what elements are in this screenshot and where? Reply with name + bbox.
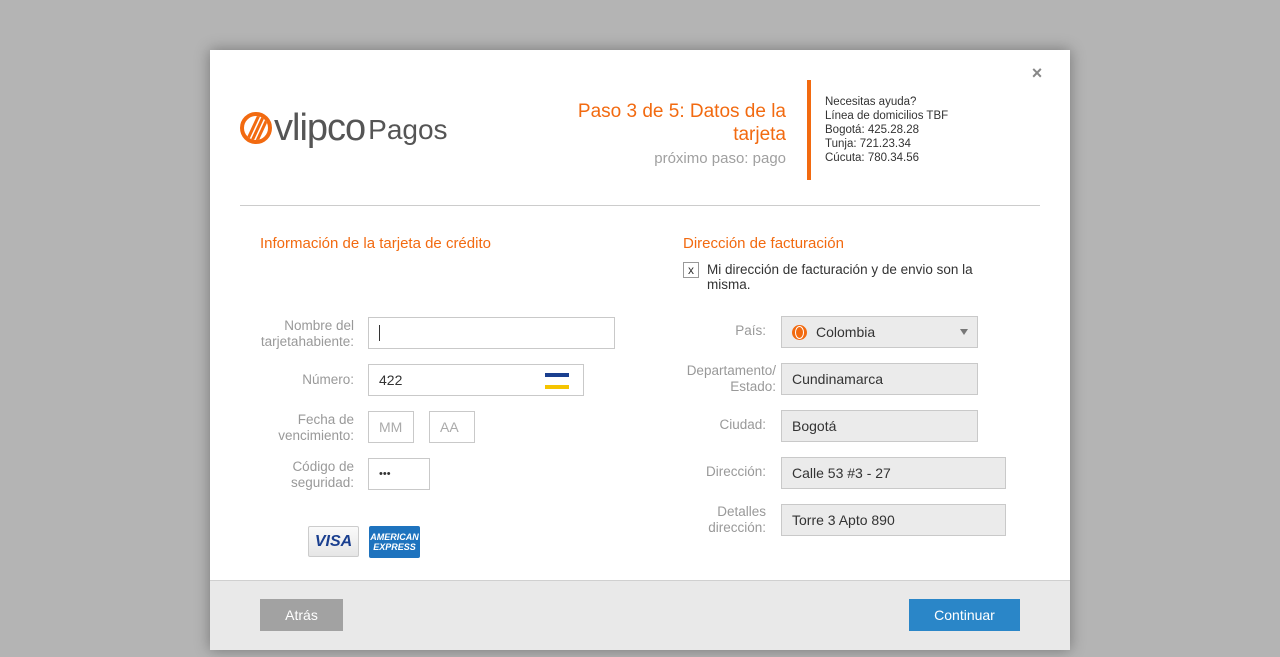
- card-section-title: Información de la tarjeta de crédito: [260, 235, 491, 252]
- globe-icon: [792, 324, 807, 340]
- help-line: Línea de domicilios TBF: [825, 110, 949, 122]
- close-icon[interactable]: ×: [1030, 64, 1044, 82]
- number-label: Número:: [302, 372, 354, 387]
- logo-wordmark: vlipco: [274, 107, 366, 149]
- cvv-input[interactable]: •••: [368, 458, 430, 490]
- holder-label: Nombre del tarjetahabiente:: [260, 318, 354, 349]
- text-caret: [379, 325, 380, 341]
- help-line: Cúcuta: 780.34.56: [825, 152, 919, 164]
- same-address-checkbox[interactable]: x: [683, 262, 699, 278]
- payment-modal: × vlipco Pagos Paso 3 de 5: Datos de la …: [210, 50, 1070, 650]
- help-divider: [807, 80, 811, 180]
- header-separator: [240, 205, 1040, 206]
- back-button[interactable]: Atrás: [260, 599, 343, 631]
- amex-logo: AMERICAN EXPRESS: [369, 526, 420, 558]
- state-label: Departamento/ Estado:: [686, 363, 776, 394]
- address-label: Dirección:: [705, 464, 766, 479]
- expiry-year-input[interactable]: AA: [429, 411, 475, 443]
- logo-mark-icon: [240, 112, 272, 144]
- help-contact: Necesitas ayuda? Línea de domicilios TBF…: [825, 95, 948, 165]
- expiry-label: Fecha de vencimiento:: [278, 412, 354, 443]
- same-address-label: Mi dirección de facturación y de envio s…: [707, 262, 973, 292]
- holder-name-input[interactable]: [368, 317, 615, 349]
- logo: vlipco Pagos: [240, 108, 448, 148]
- billing-section-title: Dirección de facturación: [683, 235, 844, 252]
- modal-footer: Atrás Continuar: [210, 580, 1070, 650]
- address-input[interactable]: Calle 53 #3 - 27: [781, 457, 1006, 489]
- help-line: Tunja: 721.23.34: [825, 138, 911, 150]
- country-select[interactable]: Colombia: [781, 316, 978, 348]
- card-number-value: 422: [379, 372, 403, 388]
- next-step: próximo paso: pago: [654, 150, 786, 167]
- address-details-input[interactable]: Torre 3 Apto 890: [781, 504, 1006, 536]
- state-input[interactable]: Cundinamarca: [781, 363, 978, 395]
- chevron-down-icon: [960, 329, 968, 335]
- continue-button[interactable]: Continuar: [909, 599, 1020, 631]
- expiry-month-input[interactable]: MM: [368, 411, 414, 443]
- help-line: Bogotá: 425.28.28: [825, 124, 919, 136]
- city-input[interactable]: Bogotá: [781, 410, 978, 442]
- step-title: Paso 3 de 5: Datos de la tarjeta: [577, 101, 786, 145]
- logo-product: Pagos: [368, 114, 448, 145]
- cvv-label: Código de seguridad:: [290, 459, 354, 490]
- step-indicator: Paso 3 de 5: Datos de la tarjeta próximo…: [550, 100, 786, 167]
- country-label: País:: [735, 323, 766, 338]
- address-details-label: Detalles dirección:: [708, 504, 766, 535]
- visa-logo: VISA: [308, 526, 359, 557]
- credit-card-icon: [545, 373, 569, 389]
- card-number-input[interactable]: 422: [368, 364, 584, 396]
- city-label: Ciudad:: [719, 417, 766, 432]
- help-line: Necesitas ayuda?: [825, 96, 917, 108]
